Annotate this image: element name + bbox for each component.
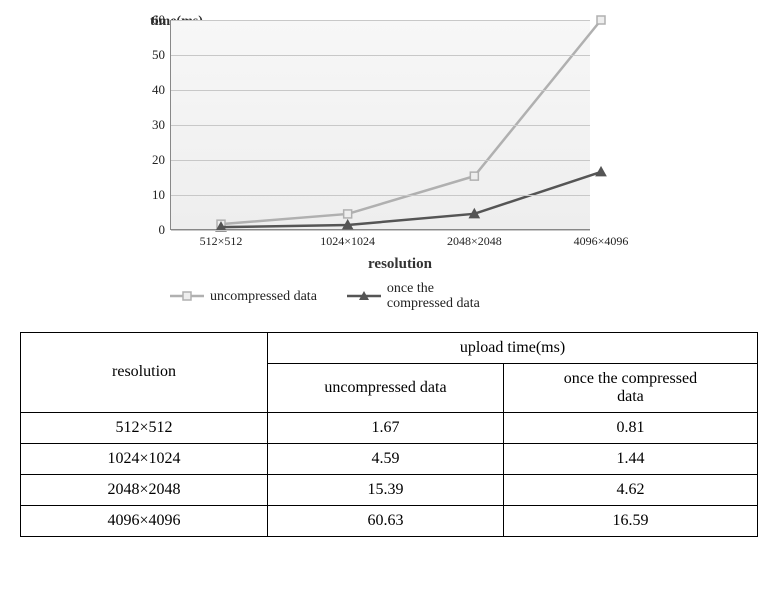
line-chart: time(ms) 0102030405060512×5121024×102420…: [110, 20, 630, 312]
x-tick-label: 4096×4096: [574, 234, 629, 249]
table-row-header: resolution: [21, 332, 268, 412]
y-tick-label: 60: [137, 12, 165, 28]
table-cell: 15.39: [268, 474, 504, 505]
table-cell: 16.59: [503, 505, 757, 536]
legend-item: once thecompressed data: [347, 281, 480, 312]
table-row-label: 2048×2048: [21, 474, 268, 505]
grid-line: [171, 125, 590, 126]
y-tick-label: 20: [137, 152, 165, 168]
table-header-group: upload time(ms): [268, 332, 758, 363]
x-tick-label: 512×512: [200, 234, 243, 249]
grid-line: [171, 55, 590, 56]
table-row: 4096×409660.6316.59: [21, 505, 758, 536]
table-cell: 1.67: [268, 412, 504, 443]
table-cell: 1.44: [503, 443, 757, 474]
y-tick-label: 50: [137, 47, 165, 63]
legend-item: uncompressed data: [170, 281, 317, 312]
legend-label: once thecompressed data: [387, 281, 480, 312]
x-tick-label: 1024×1024: [320, 234, 375, 249]
table-row: 512×5121.670.81: [21, 412, 758, 443]
grid-line: [171, 160, 590, 161]
table-row: 2048×204815.394.62: [21, 474, 758, 505]
grid-line: [171, 230, 590, 231]
plot-area: 0102030405060512×5121024×10242048×204840…: [170, 20, 590, 230]
table-cell: 4.62: [503, 474, 757, 505]
table-row-label: 4096×4096: [21, 505, 268, 536]
grid-line: [171, 20, 590, 21]
y-tick-label: 10: [137, 187, 165, 203]
chart-legend: uncompressed data once thecompressed data: [170, 281, 630, 312]
x-axis-label: resolution: [170, 256, 630, 273]
y-tick-label: 30: [137, 117, 165, 133]
legend-label: uncompressed data: [210, 289, 317, 304]
y-tick-label: 40: [137, 82, 165, 98]
table-cell: 4.59: [268, 443, 504, 474]
x-tick-label: 2048×2048: [447, 234, 502, 249]
table-row-label: 1024×1024: [21, 443, 268, 474]
data-table: resolution upload time(ms) uncompressed …: [20, 332, 758, 537]
table-cell: 60.63: [268, 505, 504, 536]
table-column-header: once the compresseddata: [503, 363, 757, 412]
grid-line: [171, 90, 590, 91]
table-cell: 0.81: [503, 412, 757, 443]
grid-line: [171, 195, 590, 196]
table-column-header: uncompressed data: [268, 363, 504, 412]
table-row: 1024×10244.591.44: [21, 443, 758, 474]
y-tick-label: 0: [137, 222, 165, 238]
table-row-label: 512×512: [21, 412, 268, 443]
